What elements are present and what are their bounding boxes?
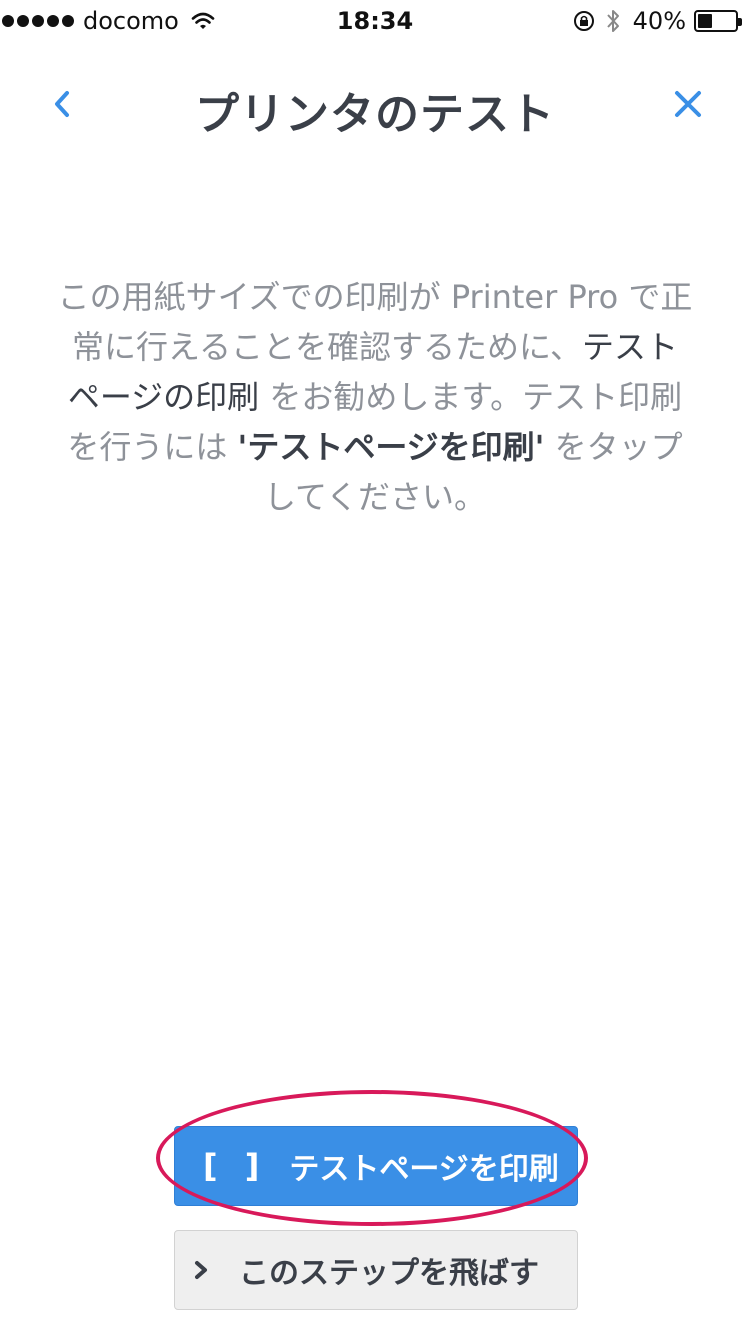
status-bar: docomo 18:34 40%	[0, 0, 750, 40]
skip-step-button[interactable]: このステップを飛ばす	[174, 1230, 578, 1310]
instruction-emphasis: ページの印刷	[67, 378, 260, 416]
instruction-line: この用紙サイズでの印刷が Printer Pro で正	[48, 272, 702, 322]
chevron-right-icon	[195, 1261, 207, 1279]
rotation-lock-icon	[573, 11, 594, 31]
page-title: プリンタのテスト	[195, 89, 555, 140]
battery-percent: 40%	[632, 7, 686, 35]
instruction-text-segment: してください。	[263, 478, 487, 516]
instruction-text-segment: 常に行えることを確認するために、	[71, 328, 583, 366]
instruction-emphasis: テスト	[582, 328, 679, 366]
print-test-page-label: テストページを印刷	[289, 1152, 559, 1187]
print-test-page-button[interactable]: [ ] テストページを印刷	[174, 1126, 578, 1206]
instruction-text-segment: をお勧めします。テスト印刷	[259, 378, 683, 416]
bluetooth-icon	[606, 10, 619, 32]
battery-icon	[694, 10, 742, 32]
print-page-icon: [ ]	[203, 1147, 268, 1185]
instruction-line: 常に行えることを確認するために、テスト	[48, 322, 702, 372]
instruction-text-segment: を行うには	[67, 428, 238, 466]
close-button[interactable]	[666, 82, 710, 126]
instruction-line: を行うには 'テストページを印刷' をタップ	[48, 422, 702, 472]
instruction-text-segment: をタップ	[544, 428, 683, 466]
status-right: 40%	[573, 7, 742, 35]
instruction-text-segment: この用紙サイズでの印刷が Printer Pro で正	[57, 278, 693, 316]
instruction-line: ページの印刷 をお勧めします。テスト印刷	[48, 372, 702, 422]
instruction-text: この用紙サイズでの印刷が Printer Pro で正 常に行えることを確認する…	[48, 272, 702, 522]
navigation-bar: プリンタのテスト	[0, 60, 750, 150]
instruction-button-reference: 'テストページを印刷'	[237, 428, 545, 466]
skip-step-label: このステップを飛ばす	[239, 1256, 539, 1291]
screen: docomo 18:34 40% プリンタのテスト この用紙サイズでの印刷が P…	[0, 0, 750, 1334]
instruction-line: してください。	[48, 472, 702, 522]
close-icon	[675, 91, 701, 117]
